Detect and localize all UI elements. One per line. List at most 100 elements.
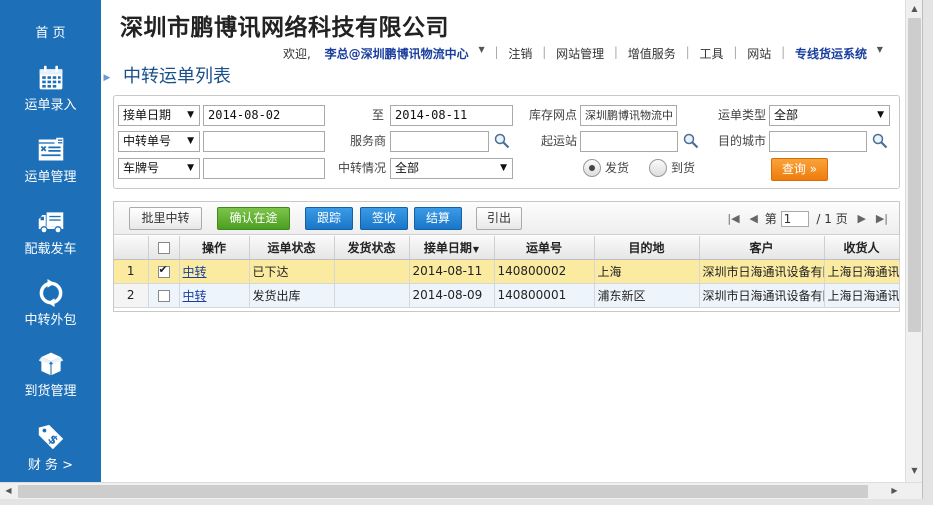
waybill-status-cell: 已下达 xyxy=(249,259,335,284)
select-all-checkbox[interactable] xyxy=(157,241,170,254)
column-header-customer[interactable]: 客户 xyxy=(699,236,825,260)
window-bottom-edge xyxy=(0,499,933,505)
system-switcher[interactable]: 专线货运系统 xyxy=(795,45,867,62)
site-management-link[interactable]: 网站管理 xyxy=(556,45,604,62)
row-index: 1 xyxy=(114,259,149,284)
scroll-left-icon[interactable]: ◀ xyxy=(0,486,17,495)
search-icon[interactable] xyxy=(683,133,699,149)
tools-link[interactable]: 工具 xyxy=(700,45,724,62)
grid-toolbar: 批里中转 确认在途 跟踪 签收 结算 引出 |◀ ◀ 第 1 / 1 页 ▶ ▶… xyxy=(114,202,899,235)
row-index: 2 xyxy=(114,283,149,308)
sidebar-item-waybill-management[interactable]: 运单管理 xyxy=(0,136,101,185)
warehouse-input[interactable]: 深圳鹏博讯物流中 xyxy=(580,105,677,126)
vertical-scroll-thumb[interactable] xyxy=(908,18,921,332)
receiver-cell: 上海日海通讯有限公司 xyxy=(824,259,900,284)
table-row[interactable]: 2 中转 发货出库 2014-08-09 140800001 浦东新区 深圳市日… xyxy=(114,283,900,308)
waybill-table: 操作 运单状态 发货状态 接单日期▼ 运单号 目的地 客户 收货人 1 中转 已… xyxy=(114,236,900,308)
sidebar: 首 页 运单录入 运单管理 配载发车 中转外包 到货管理 $ 财 务 > xyxy=(0,0,101,482)
scroll-down-icon[interactable]: ▼ xyxy=(906,466,923,475)
chevron-down-icon: ▼ xyxy=(500,163,507,173)
destination-city-label: 目的城市 xyxy=(717,134,766,148)
waybill-icon xyxy=(38,137,63,161)
transfer-link[interactable]: 中转 xyxy=(183,289,207,303)
track-button[interactable]: 跟踪 xyxy=(305,207,353,230)
scroll-up-icon[interactable]: ▲ xyxy=(906,4,923,13)
column-header-receiver[interactable]: 收货人 xyxy=(824,236,900,260)
price-tag-icon: $ xyxy=(38,424,63,450)
query-button[interactable]: 查询 » xyxy=(771,158,828,181)
transfer-number-type-select[interactable]: 中转单号 ▼ xyxy=(118,131,200,152)
column-header-destination[interactable]: 目的地 xyxy=(594,236,700,260)
waybill-type-select[interactable]: 全部 ▼ xyxy=(769,105,890,126)
origin-station-input[interactable] xyxy=(580,131,678,152)
sidebar-item-home[interactable]: 首 页 xyxy=(0,22,101,41)
sidebar-item-arrival-management[interactable]: 到货管理 xyxy=(0,350,101,399)
scroll-right-icon[interactable]: ▶ xyxy=(886,486,903,495)
horizontal-scrollbar[interactable]: ◀ ▶ xyxy=(0,482,922,499)
date-type-select[interactable]: 接单日期 ▼ xyxy=(118,105,200,126)
row-checkbox[interactable] xyxy=(157,263,170,278)
welcome-text: 欢迎, xyxy=(283,47,311,61)
order-date-cell: 2014-08-11 xyxy=(409,259,495,284)
value-added-services-link[interactable]: 增值服务 xyxy=(628,45,676,62)
row-select-cell[interactable] xyxy=(148,259,180,284)
horizontal-scroll-thumb[interactable] xyxy=(18,485,868,498)
destination-city-input[interactable] xyxy=(769,131,867,152)
chevron-down-icon[interactable]: ▼ xyxy=(877,45,883,54)
column-header-operation[interactable]: 操作 xyxy=(179,236,250,260)
column-header-ship-status[interactable]: 发货状态 xyxy=(334,236,410,260)
ship-radio-label: 发货 xyxy=(605,161,630,175)
plate-type-select[interactable]: 车牌号 ▼ xyxy=(118,158,200,179)
ship-status-cell xyxy=(334,259,410,284)
sidebar-item-label: 中转外包 xyxy=(24,313,77,328)
first-page-icon[interactable]: |◀ xyxy=(727,212,739,225)
package-icon xyxy=(38,352,63,376)
settle-button[interactable]: 结算 xyxy=(414,207,462,230)
prev-page-icon[interactable]: ◀ xyxy=(749,212,757,225)
search-icon[interactable] xyxy=(494,133,510,149)
last-page-icon[interactable]: ▶| xyxy=(876,212,888,225)
origin-station-label: 起运站 xyxy=(540,134,577,148)
sidebar-item-label: 首 页 xyxy=(35,26,66,41)
column-header-select-all[interactable] xyxy=(148,236,180,260)
date-to-input[interactable]: 2014-08-11 xyxy=(390,105,513,126)
user-menu[interactable]: 李总@深圳鹏博讯物流中心 xyxy=(325,45,469,62)
sidebar-item-finance[interactable]: $ 财 务 > xyxy=(0,422,101,473)
chevron-down-icon: ▼ xyxy=(187,110,194,120)
top-navigation: 欢迎, 李总@深圳鹏博讯物流中心 ▼ | 注销 | 网站管理 | 增值服务 | … xyxy=(283,45,883,62)
row-select-cell[interactable] xyxy=(148,283,180,308)
column-header-waybill-no[interactable]: 运单号 xyxy=(494,236,595,260)
waybill-type-label: 运单类型 xyxy=(717,108,766,122)
chevron-down-icon: ▼ xyxy=(187,163,194,173)
logout-link[interactable]: 注销 xyxy=(508,45,532,62)
column-header-waybill-status[interactable]: 运单状态 xyxy=(249,236,335,260)
sidebar-item-waybill-entry[interactable]: 运单录入 xyxy=(0,64,101,113)
transfer-link[interactable]: 中转 xyxy=(183,265,207,279)
sidebar-item-transfer-outsource[interactable]: 中转外包 xyxy=(0,279,101,328)
website-link[interactable]: 网站 xyxy=(747,45,771,62)
plate-number-input[interactable] xyxy=(203,158,325,179)
page-number-input[interactable]: 1 xyxy=(780,210,809,227)
transfer-status-select[interactable]: 全部 ▼ xyxy=(390,158,513,179)
confirm-in-transit-button[interactable]: 确认在途 xyxy=(217,207,290,230)
batch-transfer-button[interactable]: 批里中转 xyxy=(129,207,202,230)
column-header-order-date[interactable]: 接单日期▼ xyxy=(409,236,495,260)
calendar-icon xyxy=(39,65,62,90)
next-page-icon[interactable]: ▶ xyxy=(858,212,866,225)
date-from-input[interactable]: 2014-08-02 xyxy=(203,105,325,126)
search-icon[interactable] xyxy=(872,133,888,149)
arrive-radio[interactable] xyxy=(649,159,667,177)
row-checkbox[interactable] xyxy=(157,289,170,302)
sidebar-item-dispatch[interactable]: 配载发车 xyxy=(0,208,101,257)
export-button[interactable]: 引出 xyxy=(476,207,522,230)
sign-button[interactable]: 签收 xyxy=(360,207,408,230)
service-provider-input[interactable] xyxy=(390,131,489,152)
chevron-down-icon[interactable]: ▼ xyxy=(479,45,485,54)
transfer-number-input[interactable] xyxy=(203,131,325,152)
page-title: 中转运单列表 xyxy=(123,66,231,87)
ship-radio[interactable] xyxy=(583,159,601,177)
destination-cell: 上海 xyxy=(594,259,700,284)
sidebar-collapse-handle[interactable]: ▶ xyxy=(103,64,111,92)
vertical-scrollbar[interactable]: ▲ ▼ xyxy=(905,0,922,482)
table-row[interactable]: 1 中转 已下达 2014-08-11 140800002 上海 深圳市日海通讯… xyxy=(114,259,900,284)
